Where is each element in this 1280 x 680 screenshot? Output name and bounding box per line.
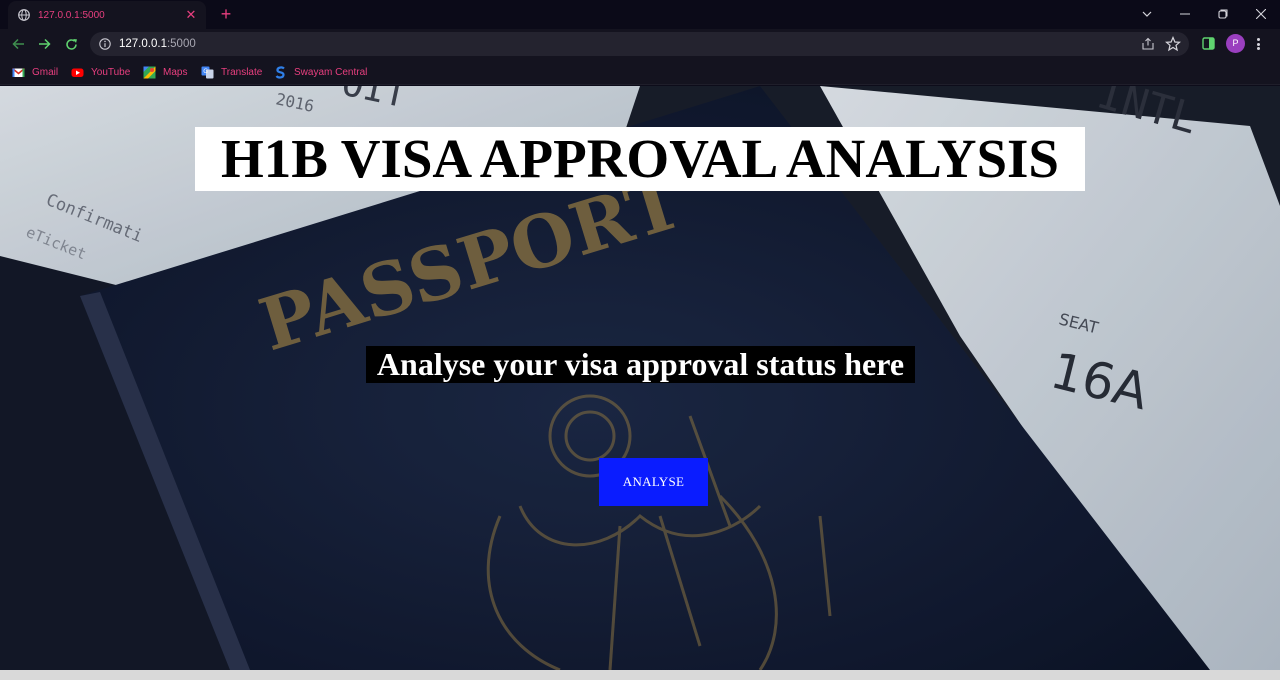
close-icon	[1256, 9, 1266, 19]
bookmarks-bar: Gmail YouTube Maps G Translate Swayam Ce…	[0, 59, 1280, 85]
browser-tab[interactable]: 127.0.0.1:5000 ✕	[8, 1, 206, 29]
url-port: :5000	[166, 38, 196, 50]
bookmark-label: Gmail	[32, 66, 59, 78]
arrow-left-icon	[11, 38, 24, 50]
info-icon[interactable]	[99, 38, 111, 50]
close-window-button[interactable]	[1242, 0, 1280, 28]
chevron-down-icon	[1142, 11, 1152, 17]
youtube-icon	[71, 66, 84, 79]
restore-button[interactable]	[1204, 0, 1242, 28]
url-host: 127.0.0.1	[119, 38, 167, 50]
svg-text:G: G	[203, 68, 208, 75]
translate-icon: G	[201, 66, 214, 79]
analyse-button[interactable]: ANALYSE	[599, 458, 708, 506]
minimize-button[interactable]	[1166, 0, 1204, 28]
maps-icon	[143, 66, 156, 79]
gmail-icon	[12, 66, 25, 79]
menu-dots-icon[interactable]	[1254, 36, 1262, 52]
window-bottom-edge	[0, 670, 1280, 680]
bookmark-swayam[interactable]: Swayam Central	[274, 64, 367, 80]
bookmark-gmail[interactable]: Gmail	[12, 64, 58, 80]
star-icon[interactable]	[1165, 36, 1181, 52]
address-bar[interactable]: 127.0.0.1:5000	[90, 32, 1189, 56]
bookmark-label: Swayam Central	[294, 66, 368, 78]
back-button[interactable]	[7, 34, 29, 54]
reload-button[interactable]	[60, 34, 82, 54]
reload-icon	[65, 38, 77, 50]
minimize-icon	[1180, 13, 1190, 15]
arrow-right-icon	[38, 38, 51, 50]
profile-avatar[interactable]: P	[1226, 34, 1245, 53]
bookmark-maps[interactable]: Maps	[143, 64, 187, 80]
tab-title: 127.0.0.1:5000	[38, 9, 105, 21]
globe-icon	[18, 9, 30, 21]
address-url: 127.0.0.1:5000	[119, 37, 196, 51]
tab-strip: 127.0.0.1:5000 ✕ +	[0, 0, 1280, 29]
bookmark-label: Translate	[221, 66, 263, 78]
side-panel-icon[interactable]	[1202, 37, 1215, 50]
page-subtitle: Analyse your visa approval status here	[366, 346, 915, 383]
tab-search-button[interactable]	[1128, 0, 1166, 28]
new-tab-button[interactable]: +	[216, 4, 236, 24]
bookmark-translate[interactable]: G Translate	[201, 64, 262, 80]
browser-toolbar: 127.0.0.1:5000 P	[0, 29, 1280, 59]
forward-button[interactable]	[33, 34, 55, 54]
bookmark-youtube[interactable]: YouTube	[71, 64, 130, 80]
tab-close-icon[interactable]: ✕	[184, 8, 198, 22]
page-title: H1B VISA APPROVAL ANALYSIS	[195, 127, 1085, 191]
restore-icon	[1218, 9, 1228, 19]
page-viewport: 2016 Confirmati eTicket OIT INTL SEAT 16…	[0, 86, 1280, 670]
bookmark-label: Maps	[163, 66, 188, 78]
bookmark-label: YouTube	[91, 66, 131, 78]
share-icon[interactable]	[1141, 37, 1155, 51]
swayam-icon	[274, 65, 287, 79]
